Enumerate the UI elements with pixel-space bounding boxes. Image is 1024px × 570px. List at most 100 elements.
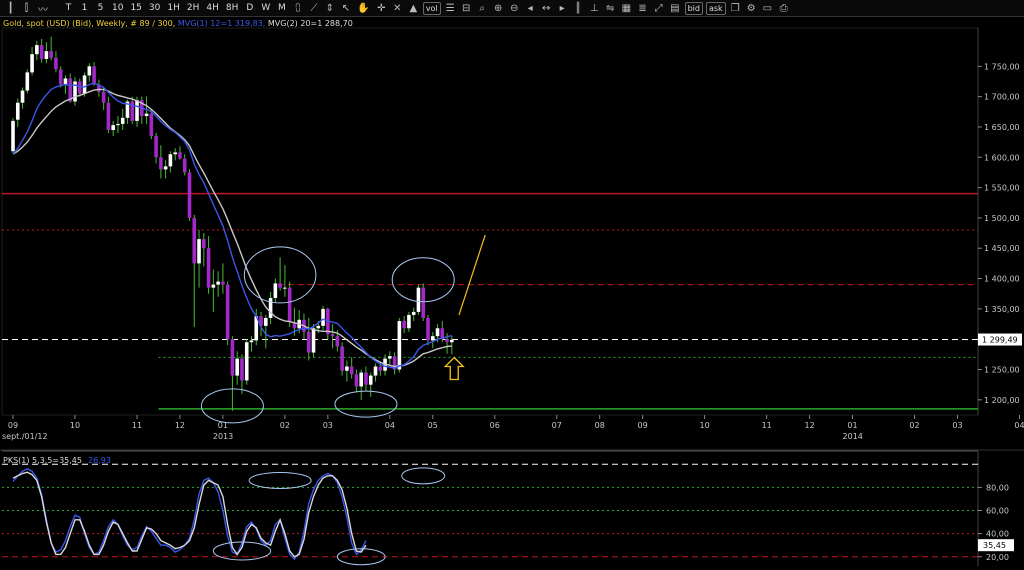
candle[interactable] (154, 133, 158, 164)
candle[interactable] (368, 372, 373, 397)
candle[interactable] (35, 40, 39, 61)
candle[interactable] (249, 336, 254, 352)
candle[interactable] (240, 354, 244, 394)
timeframe-15-button[interactable]: 15 (128, 2, 143, 15)
candle[interactable] (11, 117, 15, 154)
candle[interactable] (349, 357, 354, 379)
timeframe-4h-button[interactable]: 4H (204, 2, 221, 15)
candle[interactable] (206, 236, 211, 294)
candle[interactable] (197, 230, 201, 288)
candle[interactable] (106, 96, 111, 134)
crosshair-icon[interactable]: ✛ (375, 2, 388, 15)
candle[interactable] (20, 87, 25, 109)
arrow-left-icon[interactable]: ◂ (524, 2, 537, 15)
candles-icon[interactable]: ⫿ (20, 2, 33, 15)
candle[interactable] (39, 39, 44, 63)
candle[interactable] (202, 233, 206, 267)
timeframe-8h-button[interactable]: 8H (224, 2, 241, 15)
bid-icon[interactable]: bid (684, 1, 703, 15)
candle[interactable] (173, 148, 177, 161)
candle[interactable] (235, 351, 239, 385)
candle[interactable] (364, 366, 368, 391)
candle[interactable] (426, 314, 430, 346)
settings-icon[interactable]: ⚙ (745, 2, 758, 15)
candle[interactable] (340, 342, 344, 376)
candle[interactable] (182, 154, 187, 176)
candle[interactable] (392, 352, 397, 375)
pan-icon[interactable]: ↔ (540, 2, 553, 15)
candle[interactable] (49, 36, 53, 61)
candle[interactable] (87, 63, 92, 82)
hand-icon[interactable]: ✋ (355, 2, 371, 15)
candle[interactable] (111, 120, 115, 137)
doc-icon[interactable]: ▤ (668, 2, 681, 15)
candle[interactable] (306, 317, 311, 361)
candle[interactable] (92, 62, 96, 86)
timeframe-1-button[interactable]: 1 (78, 2, 91, 15)
ladder-icon[interactable]: ☰ (444, 2, 457, 15)
candle[interactable] (58, 66, 63, 88)
candle[interactable] (116, 116, 120, 134)
timeframe-5-button[interactable]: 5 (94, 2, 107, 15)
candle[interactable] (397, 317, 402, 373)
candle[interactable] (44, 42, 49, 64)
heikin-icon[interactable]: ⩇ (291, 2, 304, 15)
candle[interactable] (354, 369, 359, 393)
candle[interactable] (373, 363, 378, 382)
candle[interactable] (225, 281, 230, 346)
grid-icon[interactable]: ▦ (620, 2, 633, 15)
trend-icon[interactable]: ⟋ (307, 2, 320, 15)
candle[interactable] (230, 336, 235, 411)
vol-icon[interactable]: vol (422, 1, 441, 15)
candle[interactable] (15, 98, 20, 127)
list-icon[interactable]: ≣ (636, 2, 649, 15)
candle[interactable] (321, 305, 325, 331)
candle[interactable] (120, 108, 125, 130)
candle[interactable] (268, 291, 273, 325)
candle[interactable] (178, 146, 182, 160)
candle[interactable] (163, 160, 168, 179)
screen-icon[interactable]: ▭ (761, 2, 774, 15)
line-icon[interactable]: 〰 (36, 2, 50, 16)
candle[interactable] (283, 265, 287, 297)
cursor-icon[interactable]: ↖ (339, 2, 352, 15)
candle[interactable] (407, 311, 411, 332)
candle[interactable] (411, 307, 416, 322)
timeframe-30-button[interactable]: 30 (147, 2, 162, 15)
candle[interactable] (211, 269, 216, 312)
candle[interactable] (97, 79, 101, 97)
timeframe-m-button[interactable]: M (275, 2, 288, 15)
pin-icon[interactable]: ⊥ (588, 2, 601, 15)
candle[interactable] (273, 278, 278, 303)
print-icon[interactable]: ⎙ (777, 2, 790, 15)
candle[interactable] (345, 360, 349, 382)
magnify-icon[interactable]: ⌕ (476, 2, 489, 15)
candle[interactable] (168, 151, 173, 173)
bars2-icon[interactable]: ║ (572, 2, 585, 15)
timeframe-1h-button[interactable]: 1H (165, 2, 182, 15)
candle[interactable] (149, 109, 154, 140)
candle[interactable] (330, 324, 335, 349)
candle[interactable] (139, 96, 144, 124)
bars-icon[interactable]: ┃ (4, 2, 17, 15)
candle[interactable] (278, 257, 282, 291)
ask-icon[interactable]: ask (705, 1, 726, 15)
candle[interactable] (159, 145, 163, 179)
candle[interactable] (187, 169, 192, 221)
candle[interactable] (326, 307, 330, 340)
close-icon[interactable]: ✕ (391, 2, 404, 15)
compare-icon[interactable]: ⊟ (460, 2, 473, 15)
candle[interactable] (402, 316, 406, 334)
mirror-icon[interactable]: ⇋ (604, 2, 617, 15)
candle[interactable] (216, 271, 220, 297)
price-chart[interactable]: Gold, spot (USD) (Bid), Weekly, # 89 / 3… (0, 17, 1024, 570)
timeframe-2h-button[interactable]: 2H (185, 2, 202, 15)
candle[interactable] (30, 46, 34, 76)
candle[interactable] (244, 339, 249, 385)
candle[interactable] (359, 369, 364, 400)
candle[interactable] (430, 331, 435, 349)
candle[interactable] (221, 263, 225, 294)
candle[interactable] (54, 51, 58, 73)
window-icon[interactable]: ❐ (729, 2, 742, 15)
candle[interactable] (130, 96, 135, 124)
